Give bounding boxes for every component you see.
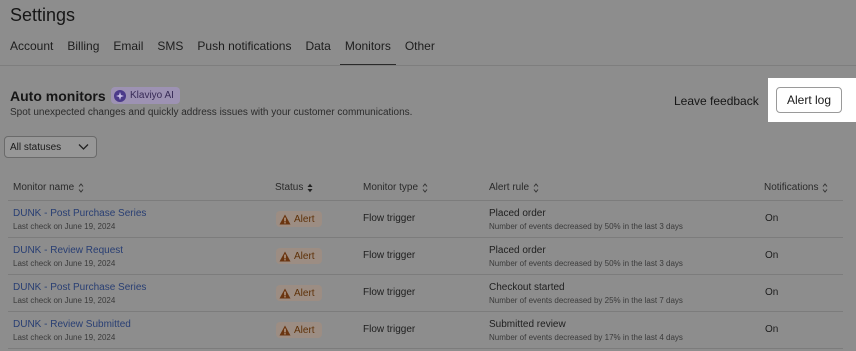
notifications-status: On [765,250,779,261]
status-badge: Alert [276,285,322,301]
sort-icon [533,182,539,193]
monitor-name-link[interactable]: DUNK - Review Submitted [13,319,131,330]
last-check-text: Last check on June 19, 2024 [13,259,116,268]
status-filter-select[interactable]: All statuses [4,136,97,158]
tab-account[interactable]: Account [10,39,53,65]
monitor-name-link[interactable]: DUNK - Post Purchase Series [13,208,146,219]
last-check-text: Last check on June 19, 2024 [13,333,116,342]
notifications-status: On [765,324,779,335]
tabs-divider [0,65,856,66]
tab-other[interactable]: Other [405,39,435,65]
alert-rule-text: Checkout started [489,282,565,293]
warning-icon [279,288,291,299]
table-divider [8,237,843,238]
status-badge: Alert [276,322,322,338]
tab-push-notifications[interactable]: Push notifications [197,39,291,65]
section-title: Auto monitors [10,88,106,104]
chevron-down-icon [78,143,89,154]
alert-log-button[interactable]: Alert log [776,87,842,113]
table-divider [8,311,843,312]
alert-rule-text: Submitted review [489,319,566,330]
monitor-type-text: Flow trigger [363,213,416,224]
monitor-name-link[interactable]: DUNK - Post Purchase Series [13,282,146,293]
alert-rule-detail: Number of events decreased by 50% in the… [489,222,683,231]
status-badge: Alert [276,248,322,264]
table-divider [8,200,843,201]
notifications-status: On [765,213,779,224]
alert-rule-detail: Number of events decreased by 25% in the… [489,296,683,305]
table-divider [8,274,843,275]
sort-icon [78,182,84,193]
notifications-status: On [765,287,779,298]
ai-badge-label: Klaviyo AI [130,90,174,101]
column-header-monitor-name[interactable]: Monitor name [13,182,84,193]
alert-rule-text: Placed order [489,208,546,219]
warning-icon [279,325,291,336]
alert-rule-text: Placed order [489,245,546,256]
column-header-monitor-type[interactable]: Monitor type [363,182,428,193]
status-badge: Alert [276,211,322,227]
tab-monitors[interactable]: Monitors [339,39,396,66]
status-filter-value: All statuses [10,141,62,153]
sparkle-icon [114,89,126,102]
klaviyo-ai-badge: Klaviyo AI [111,87,180,104]
table-divider [8,348,843,349]
page-title: Settings [10,5,76,25]
alert-rule-detail: Number of events decreased by 50% in the… [489,259,683,268]
monitor-type-text: Flow trigger [363,250,416,261]
tab-email[interactable]: Email [113,39,143,65]
alert-rule-detail: Number of events decreased by 17% in the… [489,333,683,342]
column-header-status[interactable]: Status [275,182,313,193]
last-check-text: Last check on June 19, 2024 [13,222,116,231]
warning-icon [279,214,291,225]
settings-tabs: Account Billing Email SMS Push notificat… [10,39,449,66]
tab-billing[interactable]: Billing [67,39,99,65]
monitor-type-text: Flow trigger [363,324,416,335]
monitor-name-link[interactable]: DUNK - Review Request [13,245,123,256]
last-check-text: Last check on June 19, 2024 [13,296,116,305]
warning-icon [279,251,291,262]
sort-active-icon [307,183,313,193]
tab-sms[interactable]: SMS [157,39,183,65]
column-header-notifications[interactable]: Notifications [764,182,828,193]
sort-icon [822,182,828,193]
monitor-type-text: Flow trigger [363,287,416,298]
tab-data[interactable]: Data [305,39,330,65]
section-description: Spot unexpected changes and quickly addr… [10,107,413,118]
column-header-alert-rule[interactable]: Alert rule [489,182,539,193]
leave-feedback-link[interactable]: Leave feedback [674,94,759,108]
sort-icon [422,182,428,193]
